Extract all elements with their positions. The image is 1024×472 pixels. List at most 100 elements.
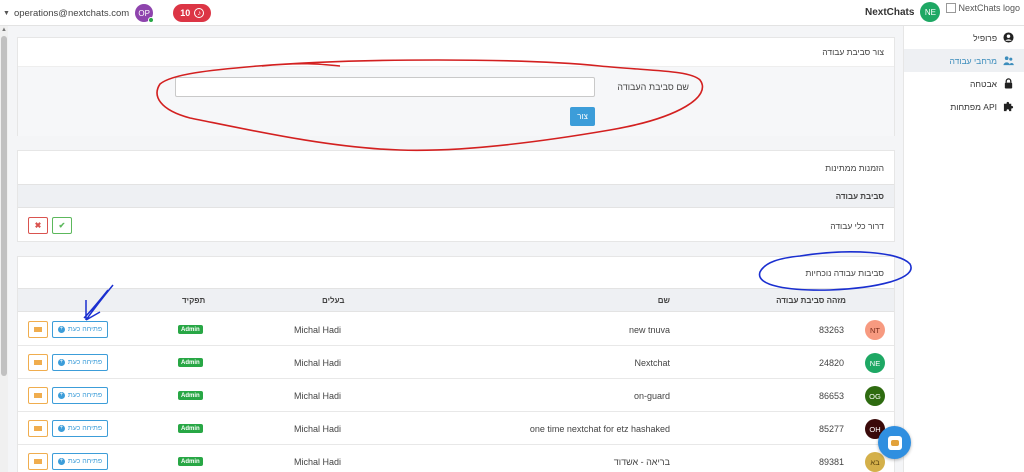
workspace-name-input[interactable] [175, 77, 595, 97]
brand-area: NextChats NE NextChats logo [865, 2, 1020, 22]
enter-workspace-button[interactable] [28, 453, 48, 470]
open-workspace-button[interactable]: + פתיחה כעת [52, 354, 108, 371]
workspace-owner: Michal Hadi [294, 457, 342, 467]
users-icon [1003, 56, 1014, 66]
lock-icon [1004, 78, 1013, 89]
workspace-avatar: NT [865, 320, 885, 340]
enter-workspace-button[interactable] [28, 321, 48, 338]
sign-in-icon [34, 426, 42, 431]
workspace-name: one time nextchat for etz hashaked [529, 424, 670, 434]
chat-widget-button[interactable] [878, 426, 911, 459]
enter-workspace-button[interactable] [28, 387, 48, 404]
chat-bot-icon [887, 435, 902, 450]
open-workspace-label: פתיחה כעת [67, 359, 103, 366]
workspace-avatar: OG [865, 386, 885, 406]
open-workspace-label: פתיחה כעת [67, 458, 103, 465]
sidebar-item-profile[interactable]: פרופיל [904, 26, 1024, 49]
check-icon: ✔ [58, 221, 66, 230]
x-icon: ✖ [34, 221, 42, 230]
plus-circle-icon: + [57, 359, 65, 366]
sign-in-icon [34, 360, 42, 365]
workspace-owner: Michal Hadi [294, 358, 342, 368]
open-workspace-label: פתיחה כעת [67, 326, 103, 333]
brand-avatar: NE [920, 2, 941, 22]
column-header-id: מזהה סביבת עבודה [776, 296, 846, 305]
current-workspaces-panel: סביבות עבודה נוכחיות מזהה סביבת עבודה שם… [17, 256, 895, 472]
role-badge: Admin [178, 457, 203, 466]
scroll-up-icon[interactable]: ▲ [1, 27, 7, 33]
workspace-id: 89381 [818, 457, 844, 467]
workspace-owner: Michal Hadi [294, 391, 342, 401]
workspace-id: 83263 [818, 325, 844, 335]
notifications-button[interactable]: 10 ♪ [173, 4, 212, 22]
settings-sidebar: פרופיל מרחבי עבודה אבטחה מפתחות API [903, 26, 1024, 472]
sidebar-item-label: מרחבי עבודה [949, 55, 997, 66]
column-header-owners: בעלים [322, 296, 345, 305]
pending-invitations-panel: הזמנות ממתינות סביבת עבודה ✖ ✔ דרור כלי … [17, 150, 895, 242]
create-workspace-panel: צור סביבת עבודה שם סביבת העבודה צור [17, 37, 895, 136]
online-status-dot [148, 17, 155, 23]
workspace-row: + פתיחה כעת Admin Michal Hadi new tnuva 83263… [18, 313, 894, 346]
sidebar-item-label: מפתחות API [950, 101, 997, 112]
account-area: ▼ operations@nextchats.com OP 10 ♪ [3, 3, 212, 23]
plus-circle-icon: + [57, 392, 65, 399]
create-workspace-button[interactable]: צור [570, 107, 595, 126]
open-workspace-label: פתיחה כעת [67, 425, 103, 432]
sidebar-item-label: אבטחה [970, 78, 997, 89]
logo-image[interactable]: NextChats logo [946, 3, 1020, 13]
accept-invitation-button[interactable]: ✔ [52, 217, 72, 234]
sidebar-item-label: פרופיל [973, 32, 997, 43]
user-avatar[interactable]: OP [135, 4, 155, 23]
create-workspace-title: צור סביבת עבודה [822, 47, 884, 57]
open-workspace-label: פתיחה כעת [67, 392, 103, 399]
brand-avatar-initials: NE [924, 7, 937, 17]
user-circle-icon [1003, 32, 1014, 43]
sidebar-item-api-keys[interactable]: מפתחות API [904, 95, 1024, 118]
workspace-owner: Michal Hadi [294, 424, 342, 434]
open-workspace-button[interactable]: + פתיחה כעת [52, 321, 108, 338]
notifications-count: 10 [180, 8, 191, 18]
plus-circle-icon: + [57, 458, 65, 465]
workspace-name: Nextchat [634, 358, 670, 368]
enter-workspace-button[interactable] [28, 354, 48, 371]
open-workspace-button[interactable]: + פתיחה כעת [52, 420, 108, 437]
invitation-row: ✖ ✔ דרור כלי עבודה [18, 209, 894, 241]
enter-workspace-button[interactable] [28, 420, 48, 437]
column-header-name: שם [657, 296, 670, 305]
account-email[interactable]: operations@nextchats.com [14, 8, 129, 19]
sidebar-item-workspaces[interactable]: מרחבי עבודה [904, 49, 1024, 72]
workspace-id: 86653 [818, 391, 844, 401]
broken-image-icon [946, 3, 957, 13]
workspace-row: + פתיחה כעת Admin Michal Hadi בריאה - אשדוד 8… [18, 445, 894, 472]
sidebar-item-security[interactable]: אבטחה [904, 72, 1024, 95]
open-workspace-button[interactable]: + פתיחה כעת [52, 453, 108, 470]
current-workspaces-title: סביבות עבודה נוכחיות [805, 268, 884, 278]
reject-invitation-button[interactable]: ✖ [28, 217, 48, 234]
role-badge: Admin [178, 424, 203, 433]
workspace-name: new tnuva [628, 325, 670, 335]
column-header-role: תפקיד [182, 296, 206, 305]
pending-invitations-title: הזמנות ממתינות [825, 163, 884, 173]
sign-in-icon [34, 393, 42, 398]
plus-circle-icon: + [57, 425, 65, 432]
role-badge: Admin [178, 325, 203, 334]
workspaces-table-header: מזהה סביבת עבודה שם בעלים תפקיד [18, 288, 894, 312]
workspace-id: 24820 [818, 358, 844, 368]
workspace-name: on-guard [633, 391, 670, 401]
open-workspace-button[interactable]: + פתיחה כעת [52, 387, 108, 404]
workspace-row: + פתיחה כעת Admin Michal Hadi one time nextc… [18, 412, 894, 445]
puzzle-icon [1003, 101, 1014, 112]
workspace-name: בריאה - אשדוד [613, 457, 670, 467]
create-workspace-form: שם סביבת העבודה צור [18, 66, 894, 136]
page-scrollbar[interactable]: ▲ [0, 26, 8, 472]
role-badge: Admin [178, 358, 203, 367]
logo-alt-text: NextChats logo [958, 3, 1020, 13]
column-header-workspace: סביבת עבודה [835, 192, 884, 201]
user-avatar-initials: OP [138, 8, 150, 18]
scrollbar-thumb[interactable] [1, 36, 7, 376]
bell-icon: ♪ [194, 8, 205, 18]
workspace-id: 85277 [818, 424, 844, 434]
caret-down-icon[interactable]: ▼ [3, 10, 10, 17]
workspace-owner: Michal Hadi [294, 325, 342, 335]
role-badge: Admin [178, 391, 203, 400]
